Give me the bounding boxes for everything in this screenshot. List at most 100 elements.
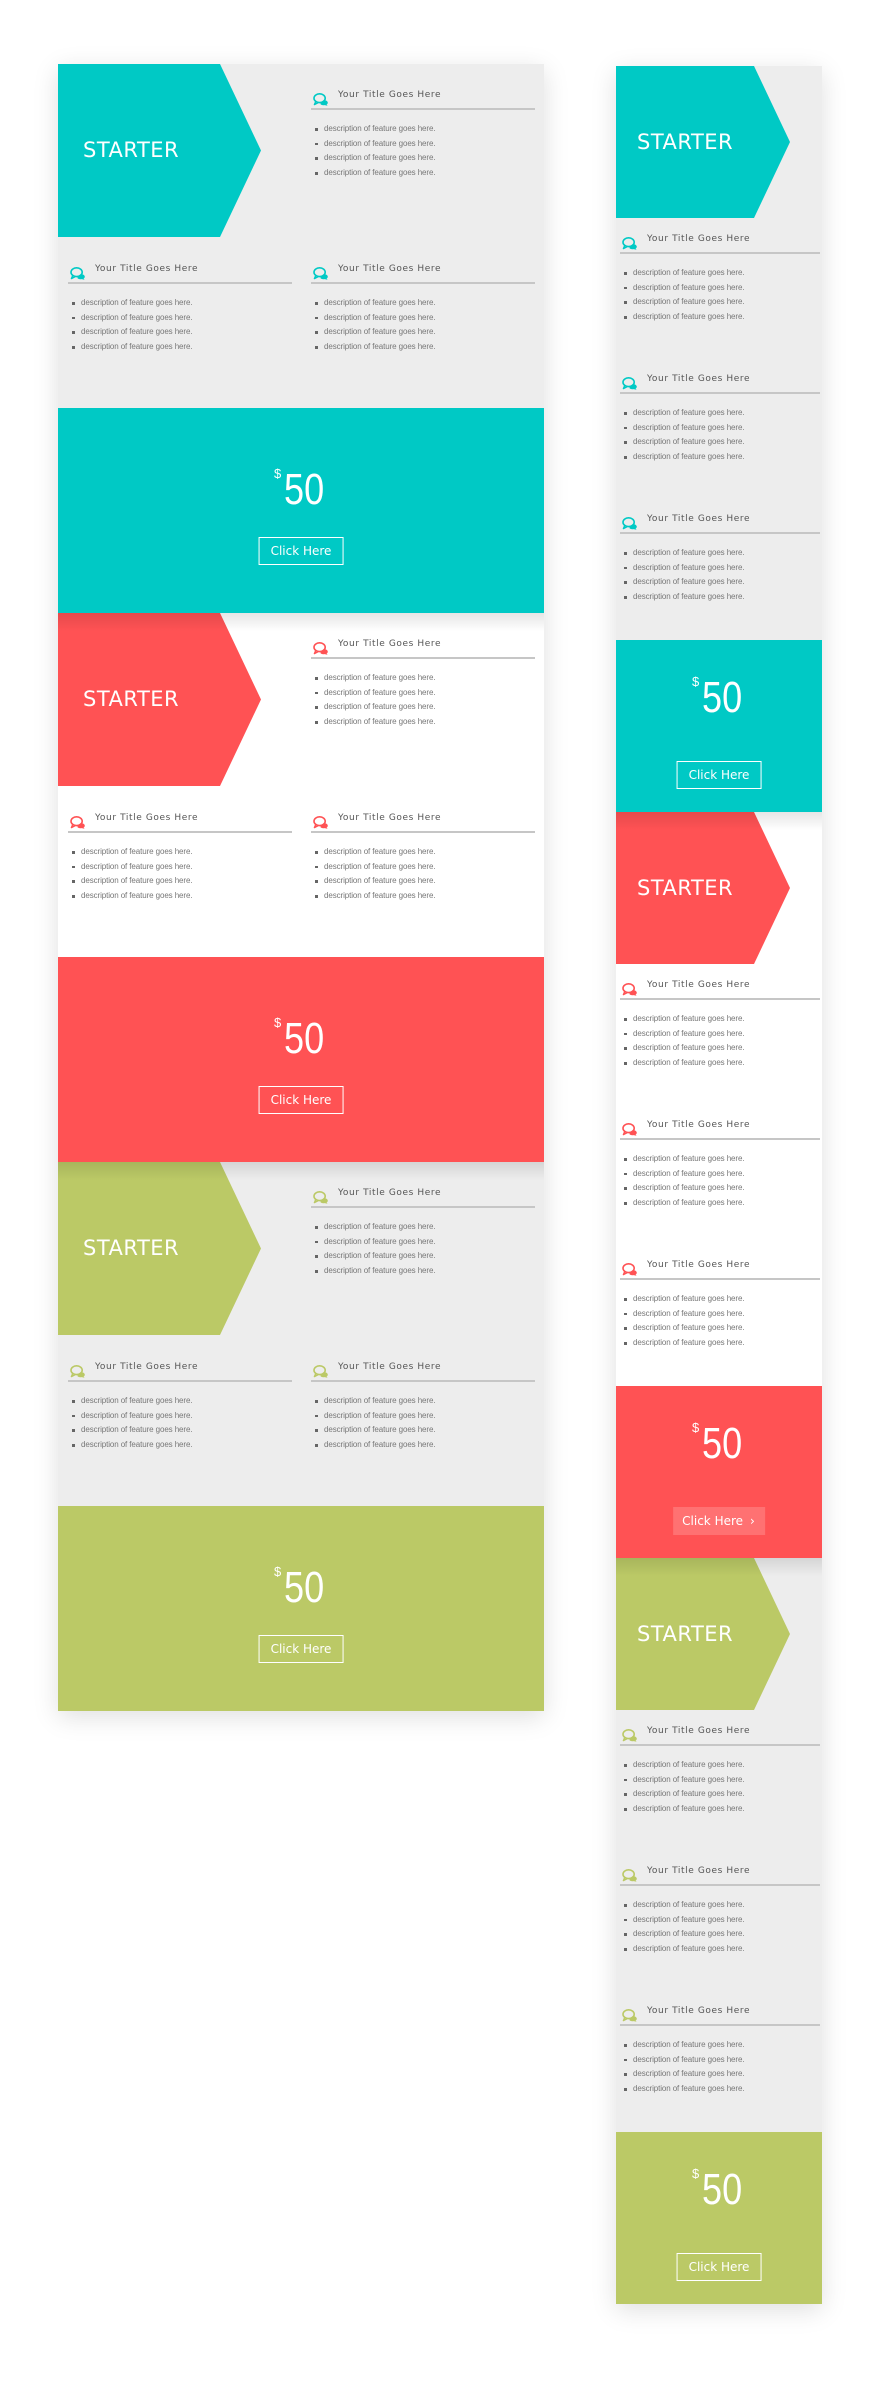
currency-symbol: $ [274,1564,282,1579]
feature-title: Your Title Goes Here [338,264,442,274]
price: $50 [616,2166,822,2212]
click-here-button[interactable]: Click Here › [673,1507,765,1535]
feature-block: Your Title Goes Here description of featu… [620,228,820,325]
feature-title: Your Title Goes Here [95,264,199,274]
click-here-button[interactable]: Click Here [676,761,762,789]
feature-title: Your Title Goes Here [95,1362,199,1372]
price: $50 [58,1014,544,1063]
feature-list-item: description of feature goes here. [68,1394,292,1409]
price: $50 [58,466,544,512]
price: $50 [616,1420,822,1466]
price-section: $50 Click Here › [616,1386,822,1558]
feature-list-item: description of feature goes here. [311,1409,535,1424]
feature-list-item: description of feature goes here. [620,266,820,281]
feature-list: description of feature goes here. descrip… [68,296,292,355]
chat-bubbles-icon [313,266,328,280]
feature-list-item: description of feature goes here. [620,1181,820,1196]
feature-block: Your Title Goes Here description of featu… [68,807,292,904]
pricing-table-desktop: STARTER Your Title Goes Here description o… [58,64,544,1711]
feature-block: Your Title Goes Here description of featu… [620,1860,820,1957]
chat-bubbles-icon [622,516,637,530]
feature-list-item: description of feature goes here. [311,1423,535,1438]
chat-bubbles-icon [313,1190,328,1204]
feature-block: Your Title Goes Here description of featu… [620,974,820,1071]
feature-block: Your Title Goes Here description of featu… [620,1254,820,1351]
feature-block: Your Title Goes Here description of featu… [311,633,535,730]
feature-list: description of feature goes here. descrip… [68,845,292,904]
feature-title: Your Title Goes Here [338,1188,442,1198]
plan-name: STARTER [637,876,734,900]
feature-list: description of feature goes here. descrip… [620,266,820,325]
button-label: Click Here [270,1641,332,1656]
feature-header: Your Title Goes Here [620,1114,820,1140]
feature-list: description of feature goes here. descrip… [311,1394,535,1453]
feature-list-item: description of feature goes here. [620,1898,820,1913]
feature-list-item: description of feature goes here. [311,686,535,701]
price-section: $50 Click Here [616,640,822,812]
plan-name: STARTER [83,687,180,711]
click-here-button[interactable]: Click Here [676,2253,762,2281]
feature-list-item: description of feature goes here. [620,1942,820,1957]
chat-bubbles-icon [622,982,637,996]
feature-block: Your Title Goes Here description of featu… [68,258,292,355]
plan-header: STARTER [616,66,790,218]
feature-header: Your Title Goes Here [620,2000,820,2026]
feature-list-item: description of feature goes here. [620,1336,820,1351]
feature-list-item: description of feature goes here. [620,1012,820,1027]
feature-list-item: description of feature goes here. [620,295,820,310]
feature-header: Your Title Goes Here [620,228,820,254]
button-label: Click Here [270,1092,332,1107]
feature-header: Your Title Goes Here [311,84,535,110]
pricing-card-red: STARTER Your Title Goes Here description o… [58,613,544,1162]
feature-list-item: description of feature goes here. [68,889,292,904]
click-here-button[interactable]: Click Here [258,1635,344,1663]
click-here-button[interactable]: Click Here [258,1086,344,1114]
feature-list: description of feature goes here. descrip… [620,1152,820,1211]
chat-bubbles-icon [70,815,85,829]
feature-list-item: description of feature goes here. [311,1264,535,1279]
price-section: $50 Click Here [58,408,544,613]
feature-list-item: description of feature goes here. [68,860,292,875]
feature-block: Your Title Goes Here description of featu… [311,84,535,181]
feature-title: Your Title Goes Here [647,2006,751,2016]
feature-title: Your Title Goes Here [647,1866,751,1876]
feature-list: description of feature goes here. descrip… [620,1012,820,1071]
chat-bubbles-icon [622,236,637,250]
price-amount: 50 [702,673,743,722]
price-value: $50 [274,1014,328,1063]
feature-block: Your Title Goes Here description of featu… [311,1182,535,1279]
chat-bubbles-icon [313,815,328,829]
feature-header: Your Title Goes Here [68,258,292,284]
feature-list-item: description of feature goes here. [620,281,820,296]
feature-list-item: description of feature goes here. [620,2053,820,2068]
feature-header: Your Title Goes Here [68,807,292,833]
feature-list-item: description of feature goes here. [68,845,292,860]
feature-block: Your Title Goes Here description of featu… [311,258,535,355]
feature-list-item: description of feature goes here. [311,122,535,137]
feature-list: description of feature goes here. descrip… [311,845,535,904]
plan-header: STARTER [58,64,261,237]
feature-title: Your Title Goes Here [647,1726,751,1736]
currency-symbol: $ [692,1420,700,1435]
currency-symbol: $ [692,674,700,689]
feature-list: description of feature goes here. descrip… [620,2038,820,2097]
feature-list-item: description of feature goes here. [620,2067,820,2082]
feature-title: Your Title Goes Here [647,374,751,384]
feature-list-item: description of feature goes here. [620,1927,820,1942]
click-here-button[interactable]: Click Here [258,537,344,565]
price-amount: 50 [284,1014,325,1063]
feature-list-item: description of feature goes here. [68,1409,292,1424]
pricing-card-cyan: STARTER Your Title Goes Here description o… [58,64,544,613]
feature-list-item: description of feature goes here. [311,296,535,311]
currency-symbol: $ [274,466,282,481]
chat-bubbles-icon [313,641,328,655]
feature-header: Your Title Goes Here [620,1720,820,1746]
pricing-card-red: STARTER Your Title Goes Here description o… [616,812,822,1558]
pricing-table-mobile: STARTER Your Title Goes Here description o… [616,66,822,2304]
feature-header: Your Title Goes Here [311,633,535,659]
plan-header: STARTER [616,1558,790,1710]
feature-list-item: description of feature goes here. [311,845,535,860]
feature-list-item: description of feature goes here. [620,2038,820,2053]
feature-list-item: description of feature goes here. [68,874,292,889]
feature-list-item: description of feature goes here. [311,1235,535,1250]
